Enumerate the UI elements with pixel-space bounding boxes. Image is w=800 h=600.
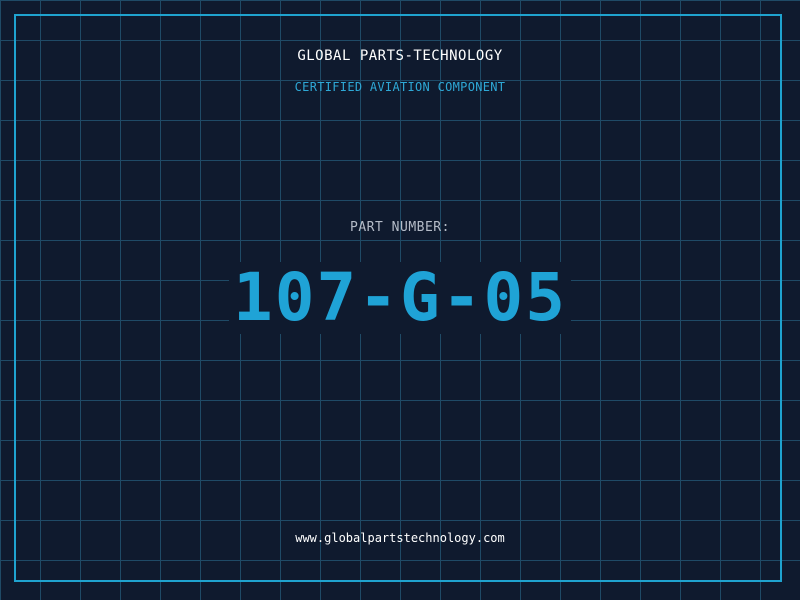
part-number-value: 107-G-05 [229, 262, 571, 334]
tagline: CERTIFIED AVIATION COMPONENT [294, 80, 506, 94]
part-number-label: PART NUMBER: [350, 220, 450, 235]
brand-name: GLOBAL PARTS-TECHNOLOGY [297, 48, 503, 64]
part-number-container: 107-G-05 [0, 262, 800, 334]
website-url: www.globalpartstechnology.com [295, 531, 505, 545]
